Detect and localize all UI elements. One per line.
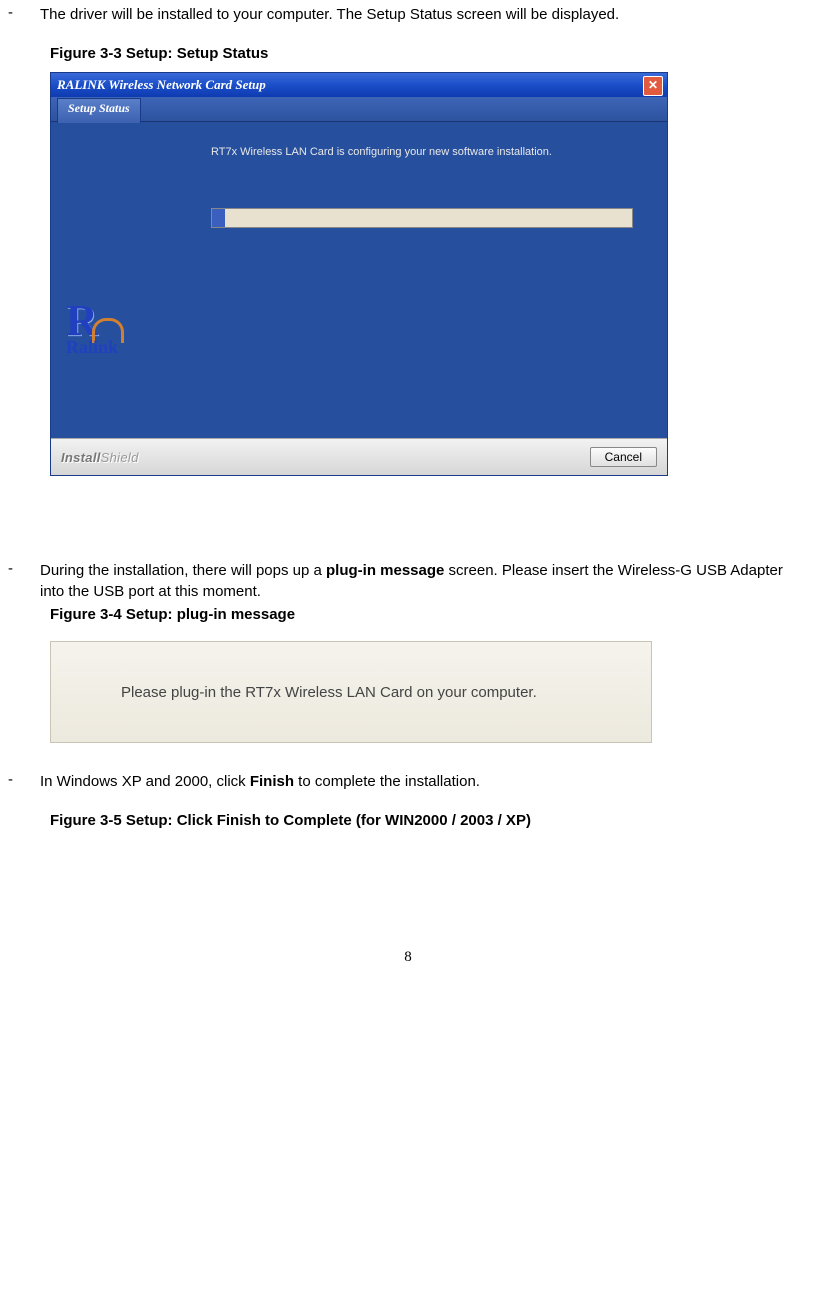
brand-panel: R Ralink — [51, 122, 201, 438]
brand-logo: R Ralink — [66, 299, 186, 358]
footer-bar: InstallShield Cancel — [51, 438, 667, 475]
title-bar[interactable]: RALINK Wireless Network Card Setup ✕ — [51, 73, 667, 97]
figure-prefix: Figure 3-5 — [50, 812, 126, 829]
bullet-text: In Windows XP and 2000, click Finish to … — [40, 771, 808, 792]
bullet-item: - The driver will be installed to your c… — [8, 4, 808, 25]
figure-caption-3-3: Figure 3-3 Setup: Setup Status — [50, 45, 808, 62]
bullet-item: - In Windows XP and 2000, click Finish t… — [8, 771, 808, 792]
bullet-item: - During the installation, there will po… — [8, 560, 808, 602]
bullet-dash: - — [8, 4, 40, 21]
bullet-text: The driver will be installed to your com… — [40, 4, 808, 25]
bullet-dash: - — [8, 771, 40, 788]
plugin-dialog: Please plug-in the RT7x Wireless LAN Car… — [50, 641, 652, 743]
figure-caption-3-4: Figure 3-4 Setup: plug-in message — [50, 606, 808, 623]
window-title: RALINK Wireless Network Card Setup — [57, 77, 266, 93]
installshield-bold: Install — [61, 450, 101, 465]
installer-window: RALINK Wireless Network Card Setup ✕ Set… — [50, 72, 668, 476]
figure-prefix: Figure 3-3 — [50, 45, 126, 62]
figure-title: Setup: Click Finish to Complete (for WIN… — [126, 812, 531, 829]
installer-body: R Ralink RT7x Wireless LAN Card is confi… — [51, 122, 667, 438]
tab-strip: Setup Status — [51, 97, 667, 122]
figure-title: Setup: Setup Status — [126, 45, 269, 62]
page-number: 8 — [8, 949, 808, 966]
brand-name: Ralink — [66, 337, 186, 358]
bullet-dash: - — [8, 560, 40, 577]
progress-fill — [212, 209, 225, 227]
installshield-label: InstallShield — [61, 450, 139, 465]
figure-caption-3-5: Figure 3-5 Setup: Click Finish to Comple… — [50, 812, 808, 829]
cancel-button[interactable]: Cancel — [590, 447, 657, 467]
figure-prefix: Figure 3-4 — [50, 606, 126, 623]
plugin-dialog-text: Please plug-in the RT7x Wireless LAN Car… — [121, 684, 537, 701]
install-message: RT7x Wireless LAN Card is configuring yo… — [211, 146, 647, 158]
figure-title: Setup: plug-in message — [126, 606, 295, 623]
installshield-light: Shield — [101, 450, 139, 465]
tab-setup-status[interactable]: Setup Status — [57, 98, 141, 123]
installer-content: RT7x Wireless LAN Card is configuring yo… — [201, 122, 667, 438]
bullet-text: During the installation, there will pops… — [40, 560, 808, 602]
progress-bar — [211, 208, 633, 228]
close-icon[interactable]: ✕ — [643, 76, 663, 96]
